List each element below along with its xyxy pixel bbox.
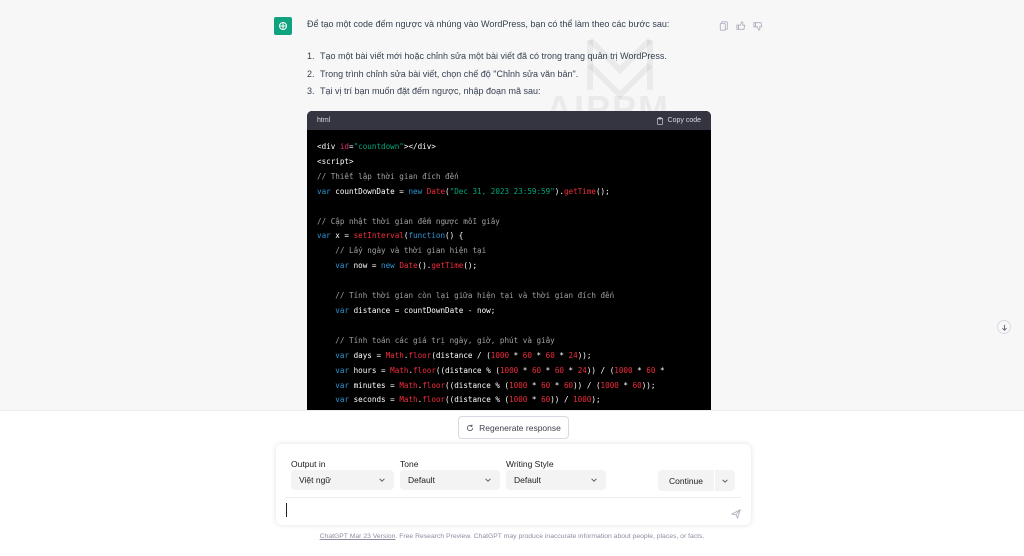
message-actions: [719, 18, 763, 31]
writing-style-label: Writing Style: [506, 459, 554, 469]
chevron-down-icon: [591, 478, 597, 482]
copy-message-icon[interactable]: [719, 18, 729, 31]
footer-text: . Free Research Preview. ChatGPT may pro…: [395, 533, 705, 540]
output-label: Output in: [291, 459, 326, 469]
chevron-down-icon: [379, 478, 385, 482]
thumbs-up-icon[interactable]: [736, 18, 746, 30]
output-language-select[interactable]: Việt ngữ: [291, 470, 394, 490]
tone-label: Tone: [400, 459, 419, 469]
writing-style-select[interactable]: Default: [506, 470, 606, 490]
code-language: html: [317, 117, 331, 124]
version-link[interactable]: ChatGPT Mar 23 Version: [320, 533, 396, 540]
list-item: 2. Trong trình chỉnh sửa bài viết, chọn c…: [307, 68, 579, 79]
arrow-down-icon: [1001, 324, 1007, 331]
refresh-icon: [467, 424, 474, 431]
send-icon: [730, 509, 741, 520]
continue-dropdown-button[interactable]: [715, 470, 735, 491]
openai-logo-icon: [279, 22, 287, 30]
scroll-to-bottom-button[interactable]: [997, 320, 1011, 334]
assistant-avatar: [274, 17, 292, 35]
code-block: html Copy code <div id="countdown"></div…: [307, 111, 711, 410]
regenerate-button[interactable]: Regenerate response: [458, 416, 569, 439]
chevron-down-icon: [485, 478, 491, 482]
clipboard-icon: [656, 116, 663, 125]
copy-code-button[interactable]: Copy code: [656, 116, 701, 125]
code-content: <div id="countdown"></div> <script> // T…: [317, 142, 665, 405]
prompt-input[interactable]: [286, 503, 726, 517]
list-item: 1. Tạo một bài viết mới hoặc chỉnh sửa mộ…: [307, 51, 667, 61]
footer: ChatGPT Mar 23 Version. Free Research Pr…: [0, 533, 1024, 540]
thumbs-down-icon[interactable]: [753, 18, 763, 31]
tone-select[interactable]: Default: [400, 470, 500, 490]
panel-divider: [286, 497, 741, 498]
chat-area: Để tạo một code đếm ngược và nhúng vào W…: [0, 0, 1024, 410]
message-intro: Để tạo một code đếm ngược và nhúng vào W…: [307, 19, 670, 29]
code-header: html Copy code: [307, 111, 711, 130]
send-button[interactable]: [730, 506, 741, 520]
chevron-down-icon: [722, 478, 728, 483]
continue-button[interactable]: Continue: [658, 470, 714, 491]
